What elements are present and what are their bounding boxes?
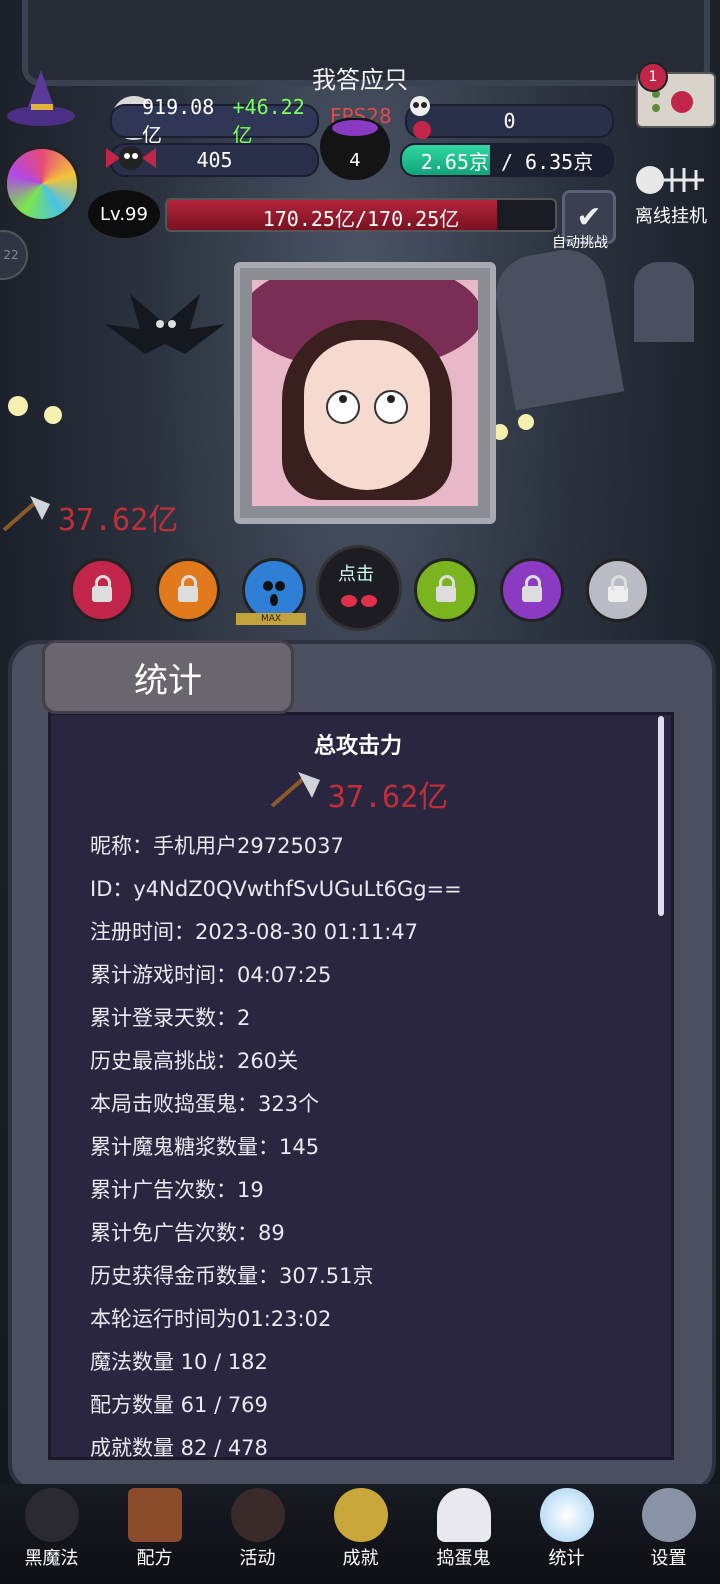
orb-purple[interactable] <box>500 558 564 622</box>
candy-icon <box>106 142 156 174</box>
stat-line: 历史获得金币数量：307.51京 <box>90 1264 374 1288</box>
lock-icon <box>522 575 542 602</box>
book-icon <box>127 1488 182 1542</box>
nav-recipes[interactable]: 配方 <box>103 1484 206 1584</box>
total-attack-value: 37.62亿 <box>327 780 449 815</box>
nav-stats[interactable]: 统计 <box>515 1484 618 1584</box>
fishbone-icon[interactable] <box>632 160 712 200</box>
nav-settings[interactable]: 设置 <box>617 1484 720 1584</box>
glowing-eyes <box>518 414 534 430</box>
lock-icon <box>92 575 112 602</box>
orb-green[interactable] <box>414 558 478 622</box>
stat-line: 本局击败捣蛋鬼：323个 <box>90 1092 320 1116</box>
capacity-bar: 2.65京 / 6.35京 <box>400 143 614 177</box>
click-label[interactable]: 点击 <box>316 560 396 586</box>
cauldron-brew <box>332 120 378 136</box>
portrait-image <box>252 280 478 506</box>
stat-line: ID：y4NdZ0QVwthfSvUGuLt6Gg== <box>90 877 462 901</box>
portrait-face <box>304 340 430 490</box>
stat-line: 累计登录天数：2 <box>90 1006 251 1030</box>
eyeballs-icon <box>230 1488 285 1542</box>
stat-line: 成就数量 82 / 478 <box>90 1436 268 1460</box>
devil-icon <box>24 1488 79 1542</box>
gear-icon <box>641 1488 696 1542</box>
portrait-eye <box>374 390 408 424</box>
click-devil-button[interactable] <box>316 545 402 631</box>
ghost-icon <box>436 1488 491 1542</box>
mail-badge: 1 <box>638 62 668 92</box>
skull-potion-icon <box>402 94 442 140</box>
nav-achievements[interactable]: 成就 <box>309 1484 412 1584</box>
bottom-nav: 黑魔法 配方 活动 成就 捣蛋鬼 统计 设置 <box>0 1484 720 1584</box>
tombstone-icon <box>489 243 625 411</box>
portrait-eye <box>326 390 360 424</box>
lock-icon <box>608 575 628 602</box>
auto-challenge-label[interactable]: 自动挑战 <box>552 232 608 252</box>
page-title: 我答应只 <box>312 66 408 94</box>
glowing-eyes <box>8 396 28 416</box>
stat-line: 配方数量 61 / 769 <box>90 1393 268 1417</box>
gold-gain: +46.22亿 <box>232 94 305 147</box>
gold-amount: 919.08亿 <box>142 94 215 147</box>
tombstone-icon <box>634 262 694 342</box>
damage-text: 37.62亿 <box>58 503 179 538</box>
stat-line: 累计广告次数：19 <box>90 1178 264 1202</box>
bat-icon <box>100 284 230 384</box>
stat-line: 注册时间：2023-08-30 01:11:47 <box>90 920 419 944</box>
level-badge: Lv.99 <box>88 190 160 238</box>
offline-idle-label[interactable]: 离线挂机 <box>635 202 707 228</box>
witch-hat-icon[interactable] <box>6 68 76 128</box>
lock-icon <box>178 575 198 602</box>
orb-orange[interactable] <box>156 558 220 622</box>
max-tag: MAX <box>236 613 306 625</box>
nav-events[interactable]: 活动 <box>206 1484 309 1584</box>
nav-tricksters[interactable]: 捣蛋鬼 <box>412 1484 515 1584</box>
stat-line: 本轮运行时间为01:23:02 <box>90 1307 332 1331</box>
stats-tab-sign: 统计 <box>42 640 294 714</box>
total-attack-title: 总攻击力 <box>313 734 402 759</box>
witch-portrait[interactable] <box>234 262 496 524</box>
side-timer-badge[interactable]: 22 <box>0 230 28 280</box>
stat-line: 累计魔鬼糖浆数量：145 <box>90 1135 320 1159</box>
stat-line: 累计免广告次数：89 <box>90 1221 285 1245</box>
crystal-ball-icon <box>539 1488 594 1542</box>
glowing-eyes <box>44 406 62 424</box>
skull-trophy-icon <box>333 1488 388 1542</box>
stat-line: 魔法数量 10 / 182 <box>90 1350 268 1374</box>
stat-line: 累计游戏时间：04:07:25 <box>90 963 332 987</box>
hp-bar: 170.25亿/170.25亿 <box>165 198 557 232</box>
lollipop-icon[interactable] <box>4 146 80 222</box>
gold-counter: 919.08亿 +46.22亿 <box>110 95 319 147</box>
stat-line: 昵称：手机用户29725037 <box>90 834 344 858</box>
axe-icon <box>0 494 54 534</box>
stats-list: 昵称：手机用户29725037 ID：y4NdZ0QVwthfSvUGuLt6G… <box>90 830 650 1475</box>
orb-grey[interactable] <box>586 558 650 622</box>
lock-icon <box>436 575 456 602</box>
stat-line: 历史最高挑战：260关 <box>90 1049 299 1073</box>
skull-face-icon <box>263 581 285 606</box>
nav-black-magic[interactable]: 黑魔法 <box>0 1484 103 1584</box>
orb-red[interactable] <box>70 558 134 622</box>
